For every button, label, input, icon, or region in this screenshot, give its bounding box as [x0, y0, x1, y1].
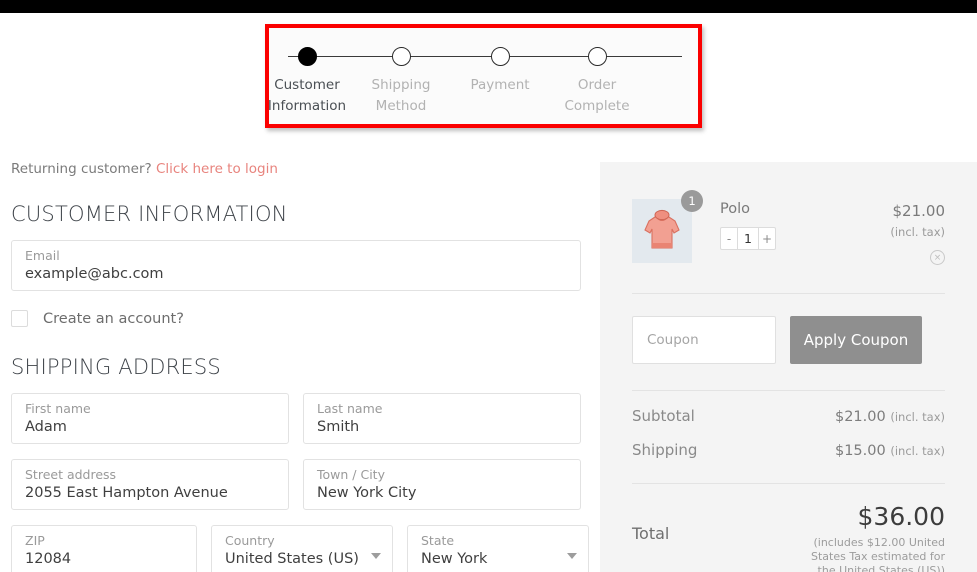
- subtotal-row: Subtotal $21.00 (incl. tax): [632, 407, 945, 425]
- step-label-line1: Payment: [470, 77, 530, 93]
- coupon-row: Coupon Apply Coupon: [632, 294, 945, 364]
- country-value: United States (US): [225, 551, 359, 567]
- subtotal-tax-note: (incl. tax): [890, 410, 945, 424]
- shipping-amount: $15.00: [834, 443, 886, 459]
- first-name-label: First name: [25, 401, 91, 416]
- city-value: New York City: [317, 485, 417, 501]
- top-black-bar: [0, 0, 977, 13]
- zip-label: ZIP: [25, 533, 45, 548]
- polo-shirt-icon: [644, 209, 680, 249]
- step-dot-active-icon: [297, 47, 317, 66]
- address-row: Street address 2055 East Hampton Avenue …: [11, 459, 581, 510]
- checkout-page: Customer Information Shipping Method Pay…: [0, 0, 977, 572]
- shipping-label: Shipping: [632, 441, 698, 459]
- last-name-field[interactable]: Last name Smith: [303, 393, 581, 444]
- first-name-value: Adam: [25, 419, 67, 435]
- email-field[interactable]: Email example@abc.com: [11, 240, 581, 291]
- product-name: Polo: [720, 201, 750, 217]
- total-amount: $36.00: [857, 502, 945, 531]
- step-label-line1: Customer: [274, 77, 340, 93]
- chevron-down-icon: [371, 553, 381, 559]
- shipping-row: Shipping $15.00 (incl. tax): [632, 441, 945, 459]
- shipping-tax-note: (incl. tax): [890, 444, 945, 458]
- returning-customer-line: Returning customer? Click here to login: [11, 160, 581, 178]
- step-label-line1: Shipping: [371, 77, 431, 93]
- product-details: Polo - 1 +: [720, 199, 890, 250]
- login-link[interactable]: Click here to login: [156, 161, 278, 177]
- last-name-value: Smith: [317, 419, 360, 435]
- product-thumbnail-wrap: 1: [632, 190, 703, 263]
- divider-before-total: [632, 483, 945, 484]
- create-account-row[interactable]: Create an account?: [11, 310, 581, 327]
- state-label: State: [421, 533, 455, 548]
- city-label: Town / City: [317, 467, 385, 482]
- quantity-decrease-button[interactable]: -: [721, 228, 738, 249]
- step-payment[interactable]: Payment: [445, 30, 555, 96]
- city-field[interactable]: Town / City New York City: [303, 459, 581, 510]
- name-row: First name Adam Last name Smith: [11, 393, 581, 444]
- checkout-form-column: Returning customer? Click here to login …: [11, 160, 589, 572]
- quantity-increase-button[interactable]: +: [758, 228, 775, 249]
- order-product-row: 1 Polo - 1 + $21.00 (incl. tax) ×: [632, 162, 945, 265]
- product-price-block: $21.00 (incl. tax) ×: [890, 199, 945, 265]
- quantity-value[interactable]: 1: [738, 228, 758, 249]
- shipping-address-heading: SHIPPING ADDRESS: [11, 355, 221, 379]
- zip-field[interactable]: ZIP 12084: [11, 525, 197, 572]
- country-select[interactable]: Country United States (US): [211, 525, 393, 572]
- state-value: New York: [421, 551, 488, 567]
- divider-after-coupon: [632, 390, 945, 391]
- street-address-label: Street address: [25, 467, 117, 482]
- country-label: Country: [225, 533, 275, 548]
- step-label-line2: Information: [267, 98, 347, 114]
- apply-coupon-button[interactable]: Apply Coupon: [790, 316, 922, 364]
- coupon-input[interactable]: Coupon: [632, 316, 776, 364]
- zip-value: 12084: [25, 551, 72, 567]
- quantity-stepper[interactable]: - 1 +: [720, 227, 776, 250]
- step-label-line2: Method: [375, 98, 427, 114]
- remove-item-icon[interactable]: ×: [930, 250, 945, 265]
- chevron-down-icon: [567, 553, 577, 559]
- product-tax-note: (incl. tax): [890, 225, 945, 239]
- step-dot-icon: [490, 47, 510, 66]
- street-address-field[interactable]: Street address 2055 East Hampton Avenue: [11, 459, 289, 510]
- email-value: example@abc.com: [25, 266, 164, 282]
- create-account-label: Create an account?: [43, 310, 184, 327]
- step-order-complete[interactable]: Order Complete: [542, 30, 652, 117]
- step-shipping-method[interactable]: Shipping Method: [346, 30, 456, 117]
- email-label: Email: [25, 248, 60, 263]
- total-label: Total: [632, 524, 670, 543]
- checkout-progress-stepper: Customer Information Shipping Method Pay…: [267, 30, 697, 122]
- total-tax-note: (includes $12.00 United States Tax estim…: [811, 536, 945, 572]
- subtotal-label: Subtotal: [632, 407, 695, 425]
- product-image: [632, 199, 692, 263]
- first-name-field[interactable]: First name Adam: [11, 393, 289, 444]
- state-select[interactable]: State New York: [407, 525, 589, 572]
- product-quantity-badge: 1: [681, 190, 703, 212]
- order-summary-panel: 1 Polo - 1 + $21.00 (incl. tax) × Coupon…: [600, 162, 977, 572]
- subtotal-amount: $21.00: [834, 409, 886, 425]
- step-label-line1: Order: [577, 77, 617, 93]
- step-label-line2: Complete: [564, 98, 630, 114]
- create-account-checkbox[interactable]: [11, 310, 28, 327]
- product-price: $21.00: [892, 202, 946, 220]
- step-dot-icon: [587, 47, 607, 66]
- street-address-value: 2055 East Hampton Avenue: [25, 485, 228, 501]
- total-row: Total $36.00 (includes $12.00 United Sta…: [632, 502, 945, 572]
- customer-information-heading: CUSTOMER INFORMATION: [11, 202, 288, 226]
- zip-country-state-row: ZIP 12084 Country United States (US) Sta…: [11, 525, 589, 572]
- step-dot-icon: [391, 47, 411, 66]
- last-name-label: Last name: [317, 401, 383, 416]
- returning-customer-text: Returning customer?: [11, 161, 152, 177]
